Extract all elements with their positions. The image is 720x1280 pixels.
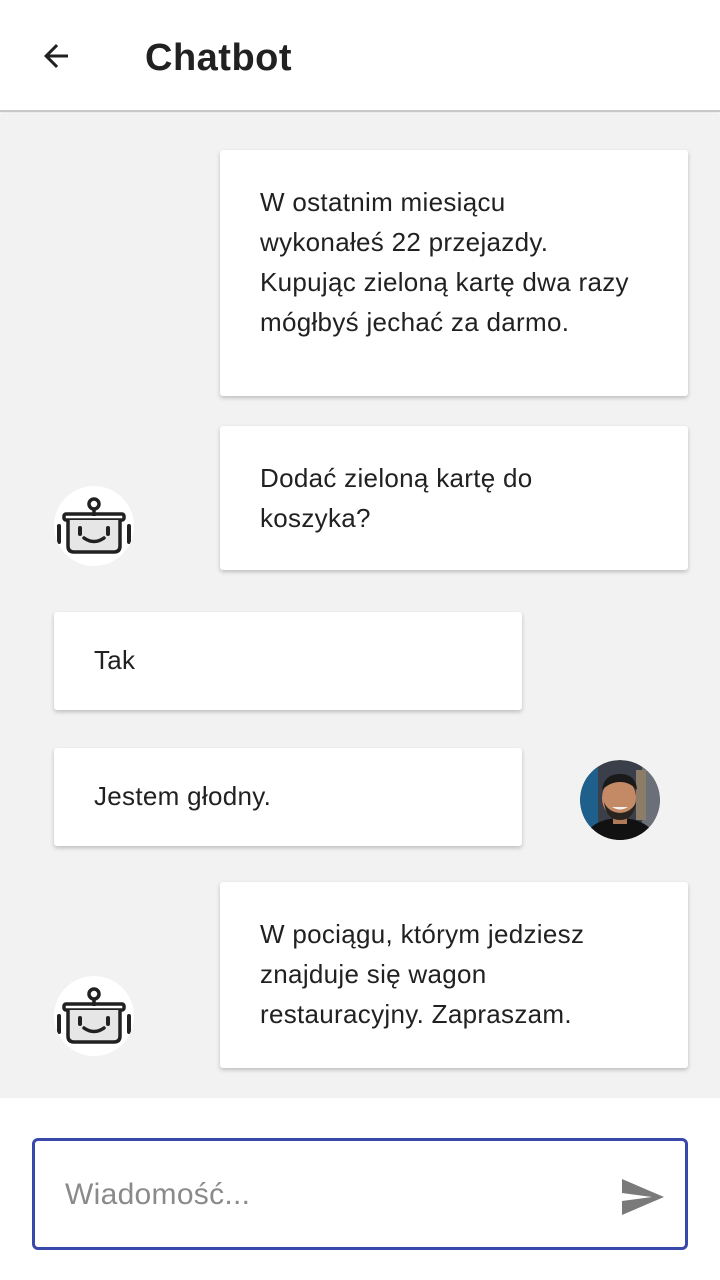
composer-bar [0, 1098, 720, 1280]
message-input[interactable] [65, 1165, 605, 1225]
robot-icon [57, 987, 131, 1044]
arrow-left-icon [44, 44, 68, 68]
message-box[interactable] [32, 1138, 688, 1250]
user-photo [580, 760, 660, 840]
message-text: Tak [94, 645, 136, 675]
message-text: W ostatnim miesiącu wykonałeś 22 przejaz… [260, 187, 629, 337]
bot-message: Dodać zieloną kartę do koszyka? [220, 426, 688, 570]
user-message: Tak [54, 612, 522, 710]
page-title: Chatbot [145, 37, 293, 79]
bot-avatar [54, 976, 134, 1056]
bot-message: W ostatnim miesiącu wykonałeś 22 przejaz… [220, 150, 688, 396]
message-text: Dodać zieloną kartę do koszyka? [260, 463, 533, 533]
app-bar: Chatbot [0, 0, 720, 112]
back-button[interactable] [28, 28, 84, 84]
chat-history[interactable]: W ostatnim miesiącu wykonałeś 22 przejaz… [0, 114, 720, 1098]
bot-message: W pociągu, którym jedziesz znajduje się … [220, 882, 688, 1068]
user-message: Jestem głodny. [54, 748, 522, 846]
user-avatar [580, 760, 660, 840]
message-text: Jestem głodny. [94, 781, 272, 811]
send-icon [622, 1179, 664, 1215]
bot-avatar [54, 486, 134, 566]
message-text: W pociągu, którym jedziesz znajduje się … [260, 919, 585, 1029]
send-button[interactable] [611, 1169, 675, 1225]
robot-icon [57, 497, 131, 554]
